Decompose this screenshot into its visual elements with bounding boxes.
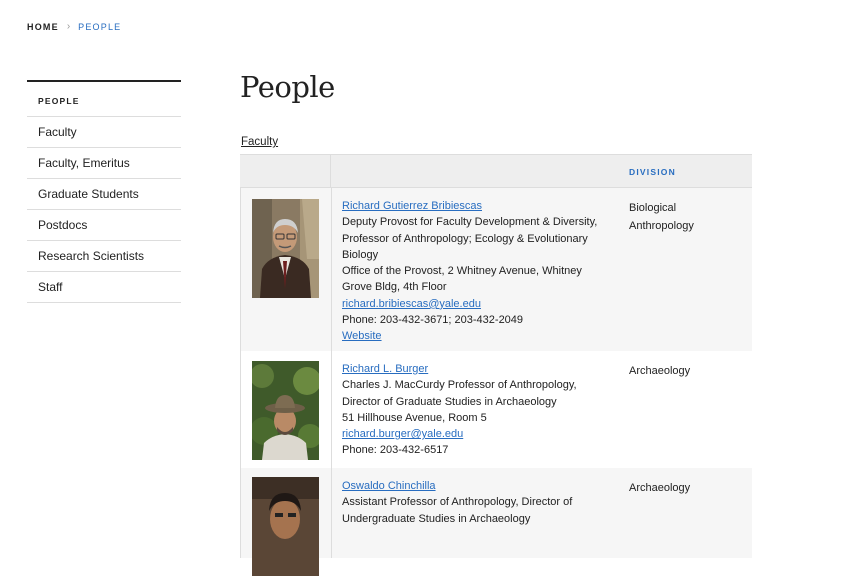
sidebar-item-faculty-emeritus[interactable]: Faculty, Emeritus <box>27 148 181 179</box>
breadcrumb: Home › People <box>27 21 121 32</box>
person-info: Richard L. Burger Charles J. MacCurdy Pr… <box>342 361 610 459</box>
person-name-link[interactable]: Richard Gutierrez Bribiescas <box>342 200 482 212</box>
breadcrumb-current[interactable]: People <box>78 22 121 32</box>
table-row: Oswaldo Chinchilla Assistant Professor o… <box>240 468 752 576</box>
person-info: Oswaldo Chinchilla Assistant Professor o… <box>342 478 610 527</box>
person-title: Deputy Provost for Faculty Development &… <box>342 216 598 261</box>
person-division: Archaeology <box>629 482 691 494</box>
column-divider <box>330 155 331 187</box>
person-photo-image <box>252 477 319 576</box>
person-photo[interactable] <box>252 361 319 460</box>
sidebar-title: People <box>27 82 181 117</box>
person-division: Archaeology <box>629 365 691 377</box>
person-office: Office of the Provost, 2 Whitney Avenue,… <box>342 265 582 294</box>
sidebar-nav: People Faculty Faculty, Emeritus Graduat… <box>27 80 181 303</box>
person-title: Assistant Professor of Anthropology, Dir… <box>342 496 573 525</box>
photo-cell <box>241 468 332 576</box>
person-info: Richard Gutierrez Bribiescas Deputy Prov… <box>342 198 610 345</box>
person-title: Charles J. MacCurdy Professor of Anthrop… <box>342 379 577 408</box>
people-table: Division <box>240 154 752 576</box>
breadcrumb-home-link[interactable]: Home <box>27 22 59 32</box>
person-name-link[interactable]: Oswaldo Chinchilla <box>342 480 436 492</box>
person-division: Biological Anthropology <box>629 202 694 232</box>
table-header: Division <box>240 154 752 188</box>
person-photo-image <box>252 199 319 298</box>
person-photo-image <box>252 361 319 460</box>
photo-cell <box>241 351 332 468</box>
person-website-link[interactable]: Website <box>342 330 382 342</box>
division-column-header[interactable]: Division <box>629 167 676 177</box>
sidebar-item-faculty[interactable]: Faculty <box>27 117 181 148</box>
table-row: Richard L. Burger Charles J. MacCurdy Pr… <box>240 351 752 468</box>
person-photo[interactable] <box>252 477 319 576</box>
sidebar-item-research-scientists[interactable]: Research Scientists <box>27 241 181 272</box>
person-name-link[interactable]: Richard L. Burger <box>342 363 428 375</box>
person-phone: Phone: 203-432-3671; 203-432-2049 <box>342 314 524 327</box>
sidebar-item-graduate-students[interactable]: Graduate Students <box>27 179 181 210</box>
person-email-link[interactable]: richard.bribiescas@yale.edu <box>342 298 481 310</box>
sidebar-item-postdocs[interactable]: Postdocs <box>27 210 181 241</box>
person-office: 51 Hillhouse Avenue, Room 5 <box>342 411 487 424</box>
chevron-right-icon: › <box>66 21 71 32</box>
person-photo[interactable] <box>252 199 319 298</box>
table-row: Richard Gutierrez Bribiescas Deputy Prov… <box>240 188 752 351</box>
photo-cell <box>241 188 332 351</box>
page-title: People <box>240 70 335 104</box>
section-label-faculty[interactable]: Faculty <box>241 136 278 148</box>
person-phone: Phone: 203-432-6517 <box>342 444 449 457</box>
person-email-link[interactable]: richard.burger@yale.edu <box>342 428 463 440</box>
sidebar-item-staff[interactable]: Staff <box>27 272 181 303</box>
